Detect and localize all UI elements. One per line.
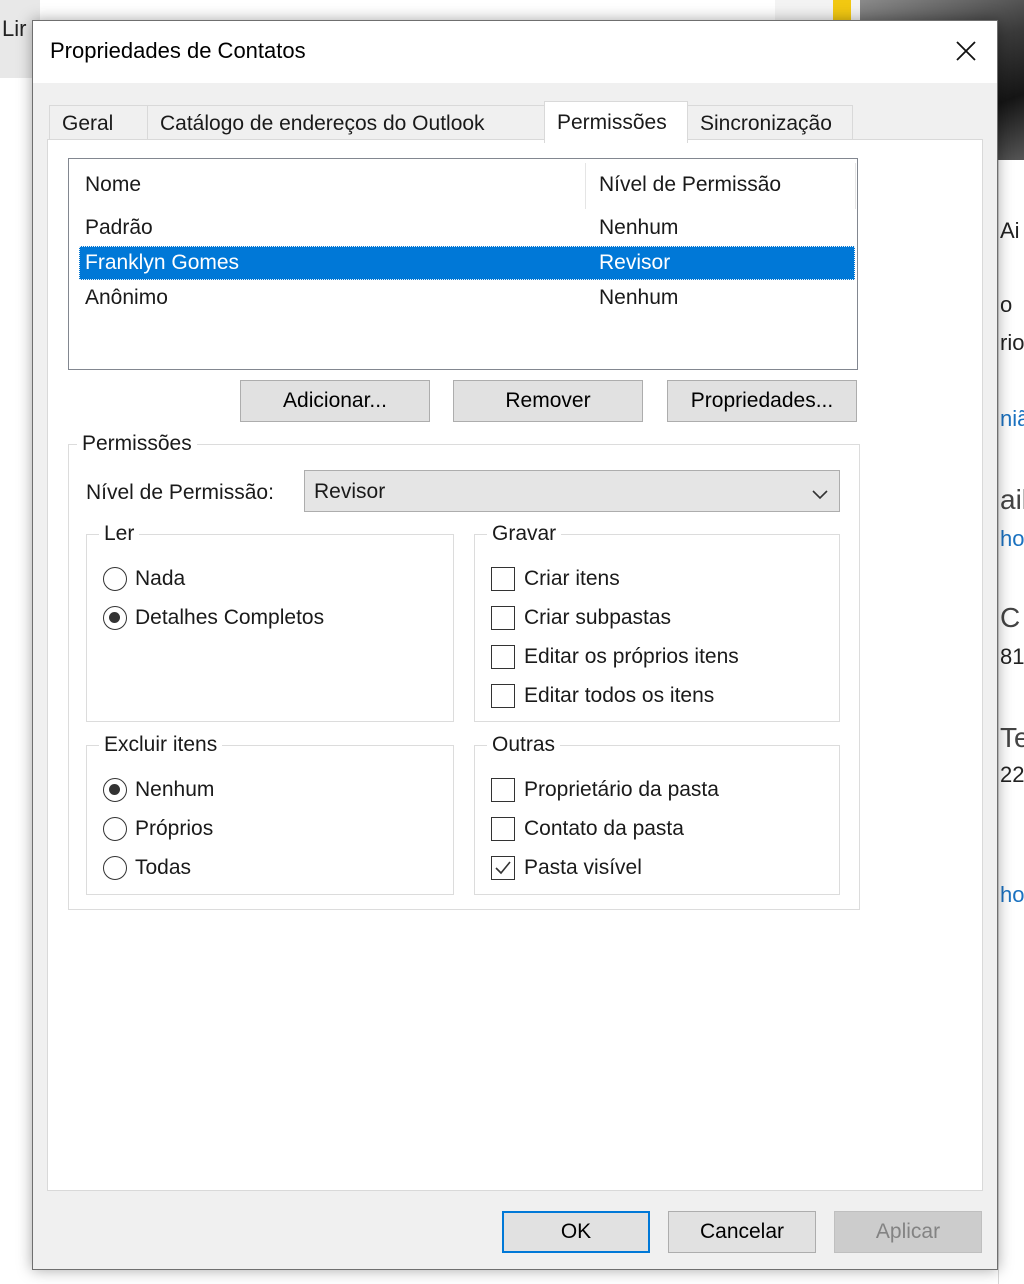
- folder-contact-checkbox[interactable]: Contato da pasta: [491, 815, 684, 843]
- add-button[interactable]: Adicionar...: [240, 380, 430, 422]
- dialog-titlebar[interactable]: Propriedades de Contatos: [33, 21, 997, 83]
- background-text-fragment: o: [1000, 292, 1013, 317]
- row-permission-level: Revisor: [599, 251, 671, 274]
- checkbox-unchecked-icon: [491, 684, 515, 708]
- radio-off-icon: [103, 817, 127, 841]
- radio-off-icon: [103, 567, 127, 591]
- permissions-list[interactable]: Nome Nível de Permissão Padrão Nenhum Fr…: [68, 158, 858, 370]
- row-permission-level: Nenhum: [599, 286, 679, 309]
- delete-all-radio[interactable]: Todas: [103, 854, 191, 882]
- radio-label: Detalhes Completos: [135, 606, 325, 629]
- row-name: Padrão: [85, 216, 153, 239]
- write-legend: Gravar: [487, 522, 562, 546]
- row-permission-level: Nenhum: [599, 216, 679, 239]
- radio-label: Nada: [135, 567, 186, 590]
- column-header-permission-level[interactable]: Nível de Permissão: [599, 173, 781, 197]
- background-link-fragment[interactable]: ho: [1000, 882, 1024, 908]
- tab-outlook-address-book[interactable]: Catálogo de endereços do Outlook: [147, 105, 545, 141]
- contacts-properties-dialog: Propriedades de Contatos Geral Catálogo …: [32, 20, 998, 1270]
- read-full-details-radio[interactable]: Detalhes Completos: [103, 604, 324, 632]
- background-text-fragment: Lir: [2, 16, 27, 41]
- background-accent-bar: [833, 0, 851, 20]
- checkbox-label: Criar subpastas: [524, 606, 672, 629]
- checkbox-unchecked-icon: [491, 778, 515, 802]
- checkmark-icon: [491, 856, 515, 880]
- write-group: Gravar Criar itens Criar subpastas Edita…: [474, 522, 840, 722]
- background-text-fragment: 81: [1000, 644, 1024, 669]
- list-row-selected[interactable]: Franklyn Gomes Revisor: [79, 246, 855, 280]
- properties-button[interactable]: Propriedades...: [667, 380, 857, 422]
- other-group: Outras Proprietário da pasta Contato da …: [474, 733, 840, 895]
- list-header: Nome Nível de Permissão: [69, 159, 857, 211]
- create-subfolders-checkbox[interactable]: Criar subpastas: [491, 604, 671, 632]
- column-separator[interactable]: [855, 163, 856, 209]
- checkbox-unchecked-icon: [491, 567, 515, 591]
- create-items-checkbox[interactable]: Criar itens: [491, 565, 620, 593]
- tab-geral[interactable]: Geral: [49, 105, 149, 141]
- edit-own-items-checkbox[interactable]: Editar os próprios itens: [491, 643, 739, 671]
- list-row[interactable]: Anônimo Nenhum: [79, 281, 855, 315]
- radio-on-icon: [103, 606, 127, 630]
- background-text-fragment: ail: [1000, 484, 1024, 515]
- permission-level-select[interactable]: Revisor: [304, 470, 840, 512]
- checkbox-label: Pasta visível: [524, 856, 642, 879]
- apply-button[interactable]: Aplicar: [834, 1211, 982, 1253]
- radio-label: Próprios: [135, 817, 214, 840]
- dialog-title: Propriedades de Contatos: [50, 38, 306, 63]
- background-link-fragment[interactable]: niã: [1000, 406, 1024, 432]
- checkbox-unchecked-icon: [491, 645, 515, 669]
- checkbox-unchecked-icon: [491, 817, 515, 841]
- checkbox-label: Proprietário da pasta: [524, 778, 719, 801]
- close-icon[interactable]: [935, 21, 997, 81]
- read-group: Ler Nada Detalhes Completos: [86, 522, 454, 722]
- permissions-tab-page: Nome Nível de Permissão Padrão Nenhum Fr…: [47, 139, 983, 1191]
- edit-all-items-checkbox[interactable]: Editar todos os itens: [491, 682, 714, 710]
- background-text-fragment: C: [1000, 602, 1021, 633]
- checkbox-label: Editar os próprios itens: [524, 645, 739, 668]
- background-text-fragment: Ai: [1000, 218, 1020, 243]
- permission-level-value: Revisor: [314, 480, 386, 503]
- radio-on-icon: [103, 778, 127, 802]
- permissions-legend: Permissões: [77, 432, 197, 456]
- delete-items-legend: Excluir itens: [99, 733, 223, 757]
- background-link-fragment[interactable]: ho: [1000, 526, 1024, 552]
- background-text-fragment: 22: [1000, 762, 1024, 787]
- checkbox-unchecked-icon: [491, 606, 515, 630]
- radio-label: Todas: [135, 856, 192, 879]
- permission-level-label: Nível de Permissão:: [86, 481, 274, 504]
- radio-label: Nenhum: [135, 778, 215, 801]
- row-name: Anônimo: [85, 286, 168, 309]
- checkbox-label: Criar itens: [524, 567, 620, 590]
- row-name: Franklyn Gomes: [85, 251, 240, 274]
- column-header-name[interactable]: Nome: [85, 173, 141, 197]
- delete-none-radio[interactable]: Nenhum: [103, 776, 214, 804]
- background-text-fragment: rio: [1000, 330, 1024, 355]
- other-legend: Outras: [487, 733, 561, 757]
- read-legend: Ler: [99, 522, 140, 546]
- radio-off-icon: [103, 856, 127, 880]
- ok-button[interactable]: OK: [502, 1211, 650, 1253]
- checkbox-label: Contato da pasta: [524, 817, 684, 840]
- folder-visible-checkbox[interactable]: Pasta visível: [491, 854, 642, 882]
- read-none-radio[interactable]: Nada: [103, 565, 185, 593]
- checkbox-label: Editar todos os itens: [524, 684, 715, 707]
- column-separator[interactable]: [585, 163, 586, 209]
- delete-own-radio[interactable]: Próprios: [103, 815, 213, 843]
- delete-items-group: Excluir itens Nenhum Próprios Todas: [86, 733, 454, 895]
- background-text-fragment: Te: [1000, 722, 1024, 753]
- tab-permissions[interactable]: Permissões: [544, 101, 688, 143]
- remove-button[interactable]: Remover: [453, 380, 643, 422]
- tab-synchronization[interactable]: Sincronização: [687, 105, 853, 141]
- chevron-down-icon: [811, 483, 829, 507]
- cancel-button[interactable]: Cancelar: [668, 1211, 816, 1253]
- folder-owner-checkbox[interactable]: Proprietário da pasta: [491, 776, 719, 804]
- list-row[interactable]: Padrão Nenhum: [79, 211, 855, 245]
